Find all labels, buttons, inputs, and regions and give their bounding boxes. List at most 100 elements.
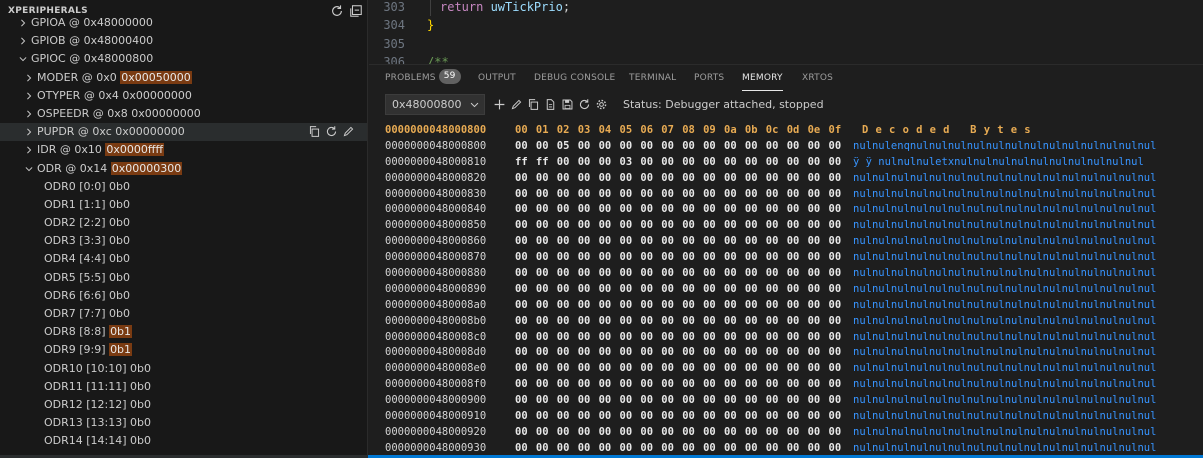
memory-byte[interactable]: 00 (578, 155, 596, 171)
memory-byte[interactable]: 00 (787, 330, 805, 346)
memory-byte[interactable]: 00 (640, 218, 658, 234)
memory-byte[interactable]: 00 (557, 187, 575, 203)
memory-byte[interactable]: 00 (620, 409, 638, 425)
memory-byte[interactable]: 00 (682, 330, 700, 346)
tree-item[interactable]: GPIOB @ 0x48000400 (0, 32, 367, 50)
memory-byte[interactable]: 00 (787, 377, 805, 393)
memory-byte[interactable]: 00 (829, 330, 847, 346)
memory-byte[interactable]: 00 (829, 425, 847, 441)
tree-item[interactable]: ODR3 [3:3] 0b0 (0, 232, 367, 250)
memory-byte[interactable]: 00 (640, 234, 658, 250)
memory-byte[interactable]: 00 (787, 250, 805, 266)
memory-byte[interactable]: 00 (745, 425, 763, 441)
tree-item[interactable]: ODR6 [6:6] 0b0 (0, 287, 367, 305)
code-editor[interactable]: 303 return uwTickPrio; 304} 305 306/** (369, 0, 1203, 64)
memory-byte[interactable]: 00 (766, 250, 784, 266)
memory-row[interactable]: 0000000048000890 00 00 00 00 00 00 00 00 00 00 00 00… (385, 282, 1203, 298)
memory-byte[interactable]: 00 (515, 266, 533, 282)
tree-item[interactable]: OSPEEDR @ 0x8 0x00000000 (0, 105, 367, 123)
memory-byte[interactable]: 00 (724, 282, 742, 298)
memory-byte[interactable]: 00 (640, 314, 658, 330)
memory-byte[interactable]: 00 (766, 330, 784, 346)
memory-byte[interactable]: 00 (787, 409, 805, 425)
memory-byte[interactable]: 00 (808, 282, 826, 298)
tab-terminal[interactable]: TERMINAL (629, 65, 676, 92)
memory-byte[interactable]: 00 (682, 234, 700, 250)
memory-byte[interactable]: 00 (661, 330, 679, 346)
memory-row[interactable]: 0000000048000810 ff ff 00 00 00 03 00 00 00 00 00 00… (385, 155, 1203, 171)
memory-byte[interactable]: 00 (536, 330, 554, 346)
memory-byte[interactable]: 00 (661, 139, 679, 155)
memory-byte[interactable]: 00 (745, 234, 763, 250)
memory-byte[interactable]: 00 (557, 361, 575, 377)
memory-row[interactable]: 0000000048000910 00 00 00 00 00 00 00 00 00 00 00 00… (385, 409, 1203, 425)
memory-byte[interactable]: 00 (515, 298, 533, 314)
memory-byte[interactable]: 00 (515, 282, 533, 298)
address-input[interactable]: 0x48000800 (385, 94, 485, 115)
memory-byte[interactable]: 00 (682, 155, 700, 171)
memory-byte[interactable]: 00 (808, 361, 826, 377)
chevron-right-icon[interactable] (24, 123, 34, 141)
tree-item[interactable]: GPIOA @ 0x48000000 (0, 14, 367, 32)
memory-byte[interactable]: 00 (578, 187, 596, 203)
memory-byte[interactable]: 00 (536, 298, 554, 314)
memory-byte[interactable]: 00 (620, 139, 638, 155)
memory-byte[interactable]: 00 (536, 202, 554, 218)
memory-byte[interactable]: 00 (682, 409, 700, 425)
memory-row[interactable]: 0000000048000820 00 00 00 00 00 00 00 00 00 00 00 00… (385, 171, 1203, 187)
memory-byte[interactable]: 00 (745, 345, 763, 361)
memory-byte[interactable]: 00 (578, 393, 596, 409)
memory-byte[interactable]: 00 (640, 361, 658, 377)
settings-icon[interactable] (595, 98, 609, 112)
memory-byte[interactable]: 00 (640, 171, 658, 187)
copy-icon[interactable] (527, 98, 541, 112)
memory-byte[interactable]: 00 (536, 187, 554, 203)
memory-byte[interactable]: 00 (682, 266, 700, 282)
memory-byte[interactable]: 00 (808, 187, 826, 203)
memory-byte[interactable]: 00 (620, 218, 638, 234)
chevron-down-icon[interactable] (469, 99, 480, 110)
memory-byte[interactable]: 00 (766, 393, 784, 409)
tree-item[interactable]: ODR10 [10:10] 0b0 (0, 360, 367, 378)
memory-byte[interactable]: 00 (578, 282, 596, 298)
memory-byte[interactable]: 00 (745, 330, 763, 346)
memory-byte[interactable]: 00 (661, 202, 679, 218)
memory-byte[interactable]: 00 (808, 171, 826, 187)
memory-byte[interactable]: 00 (703, 425, 721, 441)
memory-byte[interactable]: 00 (661, 234, 679, 250)
memory-byte[interactable]: 00 (787, 234, 805, 250)
memory-byte[interactable]: 00 (578, 425, 596, 441)
memory-byte[interactable]: 00 (703, 361, 721, 377)
memory-byte[interactable]: 00 (766, 139, 784, 155)
tree-item[interactable]: ODR14 [14:14] 0b0 (0, 432, 367, 450)
tree-item[interactable]: GPIOC @ 0x48000800 (0, 50, 367, 68)
memory-byte[interactable]: 00 (682, 218, 700, 234)
memory-byte[interactable]: 00 (536, 361, 554, 377)
memory-byte[interactable]: 00 (557, 409, 575, 425)
memory-byte[interactable]: 00 (557, 282, 575, 298)
memory-byte[interactable]: 00 (599, 202, 617, 218)
memory-byte[interactable]: 00 (766, 377, 784, 393)
tab-xrtos[interactable]: XRTOS (802, 65, 833, 92)
memory-byte[interactable]: 00 (724, 139, 742, 155)
memory-byte[interactable]: 00 (640, 266, 658, 282)
memory-byte[interactable]: 00 (829, 139, 847, 155)
memory-byte[interactable]: 00 (787, 314, 805, 330)
memory-row[interactable]: 0000000048000800 00 00 05 00 00 00 00 00 00 00 00 00… (385, 139, 1203, 155)
memory-byte[interactable]: 00 (703, 155, 721, 171)
memory-byte[interactable]: 00 (766, 234, 784, 250)
memory-byte[interactable]: 00 (808, 234, 826, 250)
memory-byte[interactable]: 00 (536, 171, 554, 187)
chevron-right-icon[interactable] (18, 14, 28, 32)
memory-byte[interactable]: 00 (745, 377, 763, 393)
memory-byte[interactable]: 00 (557, 330, 575, 346)
memory-byte[interactable]: 00 (661, 187, 679, 203)
memory-byte[interactable]: 00 (620, 202, 638, 218)
memory-row[interactable]: 00000000480008e0 00 00 00 00 00 00 00 00 00 00 00 00… (385, 361, 1203, 377)
memory-byte[interactable]: 00 (578, 171, 596, 187)
chevron-down-icon[interactable] (24, 160, 34, 178)
memory-byte[interactable]: 00 (745, 155, 763, 171)
memory-byte[interactable]: 00 (661, 409, 679, 425)
memory-byte[interactable]: 00 (682, 171, 700, 187)
memory-byte[interactable]: 00 (578, 314, 596, 330)
